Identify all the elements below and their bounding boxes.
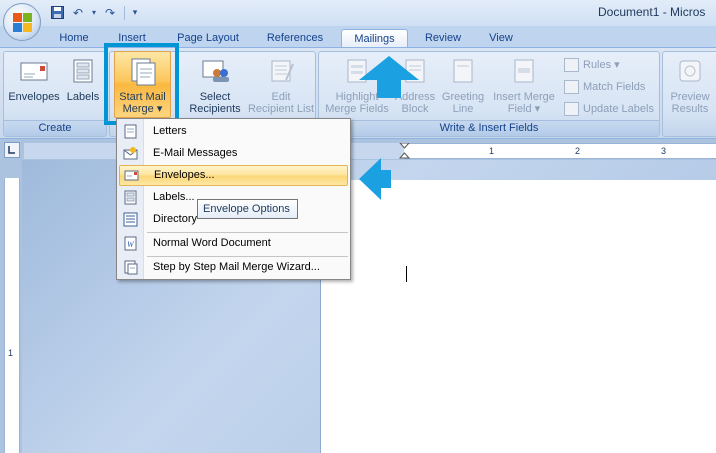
address-label-2: Block <box>401 103 429 115</box>
ruler-number: 2 <box>575 146 581 156</box>
edit-recipient-list-button[interactable]: Edit Recipient List <box>246 58 316 115</box>
group-write-insert-label: Write & Insert Fields <box>319 120 659 136</box>
edit-recipient-label-2: Recipient List <box>247 103 315 115</box>
tab-mailings[interactable]: Mailings <box>341 29 408 48</box>
word-document-icon: W <box>124 236 137 251</box>
group-create: Envelopes Labels Create <box>3 51 107 137</box>
preview-icon <box>679 60 701 82</box>
update-labels-label: Update Labels <box>583 103 654 115</box>
text-cursor <box>406 266 407 282</box>
menu-item-label: Step by Step Mail Merge Wizard... <box>153 261 320 273</box>
tab-insert[interactable]: Insert <box>110 29 154 48</box>
greeting-line-icon <box>453 59 473 83</box>
email-icon <box>123 147 138 160</box>
tab-references[interactable]: References <box>258 29 332 48</box>
menu-item-email-messages[interactable]: E-Mail Messages <box>119 143 348 164</box>
preview-results-button[interactable]: Preview Results <box>665 58 715 115</box>
select-recipients-button[interactable]: Select Recipients ▾ <box>186 58 244 127</box>
menu-item-label: Letters <box>153 125 187 137</box>
match-fields-button[interactable]: Match Fields <box>564 78 645 96</box>
office-button[interactable] <box>3 3 41 41</box>
undo-dropdown-icon[interactable]: ▾ <box>90 4 98 21</box>
undo-icon[interactable]: ↶ <box>69 4 87 21</box>
tab-selector-icon[interactable] <box>4 142 20 158</box>
menu-item-label: Directory <box>153 213 198 225</box>
envelope-options-tooltip: Envelope Options <box>197 199 298 219</box>
menu-item-mail-merge-wizard[interactable]: Step by Step Mail Merge Wizard... <box>119 257 348 278</box>
start-mail-merge-button[interactable]: Start Mail Merge ▾ <box>114 51 171 118</box>
envelopes-button[interactable]: Envelopes <box>6 58 62 103</box>
rules-icon <box>564 58 579 72</box>
labels-button[interactable]: Labels <box>64 58 102 103</box>
insert-merge-field-icon <box>514 59 534 83</box>
document-page[interactable] <box>320 180 716 453</box>
highlight-label-2: Merge Fields <box>325 103 389 115</box>
indent-marker-icon[interactable] <box>399 143 410 159</box>
edit-list-icon <box>271 60 294 82</box>
labels-icon <box>73 59 93 83</box>
ruler-number: 1 <box>489 146 495 156</box>
greeting-label-1: Greeting <box>441 91 485 103</box>
insert-merge-label-2: Field ▾ <box>507 103 541 115</box>
menu-item-label: Normal Word Document <box>153 237 271 249</box>
tab-home[interactable]: Home <box>52 29 96 48</box>
quick-access-toolbar: ↶ ▾ ↷ ▾ <box>48 4 140 21</box>
labels-small-icon <box>124 190 137 205</box>
tab-page-layout[interactable]: Page Layout <box>168 29 248 48</box>
tab-view[interactable]: View <box>479 29 523 48</box>
envelope-small-icon <box>124 170 139 181</box>
window-title: Document1 - Micros <box>598 5 706 19</box>
group-create-label: Create <box>4 120 106 136</box>
customize-qat-icon[interactable]: ▾ <box>130 4 140 21</box>
letters-icon <box>124 124 137 139</box>
wizard-icon <box>124 260 138 275</box>
directory-icon <box>123 212 138 227</box>
start-mail-merge-icon <box>131 58 156 86</box>
update-labels-icon <box>564 102 579 116</box>
edit-recipient-label-1: Edit <box>271 91 291 103</box>
menu-item-normal-word-document[interactable]: W Normal Word Document <box>119 233 348 254</box>
insert-merge-field-button[interactable]: Insert Merge Field ▾ <box>489 58 559 115</box>
menu-item-envelopes[interactable]: Envelopes... <box>119 165 348 186</box>
menu-item-label: Envelopes... <box>154 169 215 181</box>
rules-button[interactable]: Rules ▾ <box>564 56 620 74</box>
select-recipients-label-1: Select <box>199 91 231 103</box>
match-fields-label: Match Fields <box>583 81 646 93</box>
envelope-icon <box>20 62 48 81</box>
ruler-number: 3 <box>661 146 667 156</box>
arrow-up-icon <box>359 56 419 98</box>
horizontal-ruler-text-area: 1 2 3 <box>404 143 716 159</box>
qat-separator <box>124 5 125 20</box>
start-mail-merge-label-1: Start Mail <box>119 91 166 103</box>
redo-icon[interactable]: ↷ <box>101 4 119 21</box>
envelopes-label: Envelopes <box>8 91 60 103</box>
tab-review[interactable]: Review <box>416 29 470 48</box>
menu-item-letters[interactable]: Letters <box>119 121 348 142</box>
labels-label: Labels <box>66 91 100 103</box>
group-preview-results: Preview Results <box>662 51 716 137</box>
preview-label-2: Results <box>671 103 709 115</box>
office-logo-icon <box>13 13 32 32</box>
recipients-icon <box>202 60 229 82</box>
arrow-left-icon <box>359 158 391 200</box>
preview-label-1: Preview <box>670 91 710 103</box>
ruler-number: 1 <box>8 348 14 358</box>
greeting-line-button[interactable]: Greeting Line <box>437 58 489 115</box>
match-fields-icon <box>564 80 579 94</box>
insert-merge-label-1: Insert Merge <box>493 91 555 103</box>
menu-item-label: E-Mail Messages <box>153 147 238 159</box>
ribbon-tabs: Home Insert Page Layout References Maili… <box>0 26 716 48</box>
menu-item-label: Labels... <box>153 191 195 203</box>
title-bar: ↶ ▾ ↷ ▾ Document1 - Micros <box>0 0 716 26</box>
start-mail-merge-label-2: Merge ▾ <box>122 103 163 115</box>
greeting-label-2: Line <box>452 103 474 115</box>
vertical-ruler[interactable]: 1 <box>4 178 20 453</box>
update-labels-button[interactable]: Update Labels <box>564 100 654 118</box>
save-icon[interactable] <box>48 4 66 21</box>
rules-label: Rules <box>583 59 612 71</box>
